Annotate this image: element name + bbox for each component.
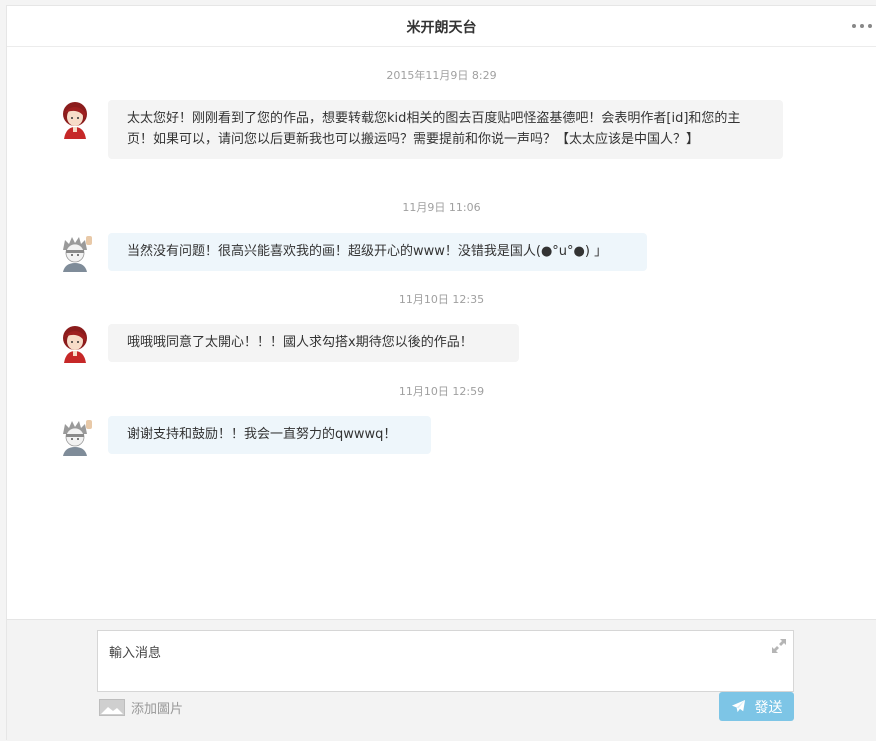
avatar-self[interactable] [55, 416, 95, 456]
paper-plane-icon [731, 699, 745, 713]
send-button[interactable]: 發送 [719, 692, 794, 721]
message-timestamp: 11月10日 12:59 [398, 385, 485, 398]
more-dots-icon[interactable] [852, 18, 872, 34]
composer-area: 輸入消息 添加圖片 發送 [7, 619, 876, 741]
message-bubble: 太太您好！刚刚看到了您的作品，想要转载您kid相关的图去百度贴吧怪盗基德吧！会表… [108, 100, 783, 159]
avatar-other[interactable] [55, 99, 95, 139]
message-timestamp: 2015年11月9日 8:29 [386, 69, 497, 82]
chat-header: 米开朗天台 [7, 6, 876, 47]
message-bubble: 当然没有问题！很高兴能喜欢我的画！超级开心的www！没错我是国人(●°u°●)​… [108, 233, 647, 271]
message-timestamp: 11月10日 12:35 [398, 293, 485, 306]
image-icon [99, 698, 125, 716]
avatar-self[interactable] [55, 232, 95, 272]
avatar-other[interactable] [55, 323, 95, 363]
message-bubble: 哦哦哦同意了太開心！！！國人求勾搭x期待您以後的作品！ [108, 324, 519, 362]
message-input-placeholder: 輸入消息 [109, 646, 162, 661]
send-label: 發送 [754, 699, 783, 716]
message-timestamp: 11月9日 11:06 [402, 201, 481, 214]
message-input[interactable]: 輸入消息 [97, 630, 794, 692]
expand-icon[interactable] [770, 637, 788, 655]
add-image-label: 添加圖片 [131, 701, 184, 717]
chat-window: 米开朗天台 2015年11月9日 8:29 太太您好！刚刚看到了您的作品，想要转… [6, 5, 876, 741]
chat-title: 米开朗天台 [406, 20, 477, 36]
add-image-button[interactable]: 添加圖片 [99, 697, 183, 717]
message-bubble: 谢谢支持和鼓励！！我会一直努力的qwwwq！ [108, 416, 431, 454]
